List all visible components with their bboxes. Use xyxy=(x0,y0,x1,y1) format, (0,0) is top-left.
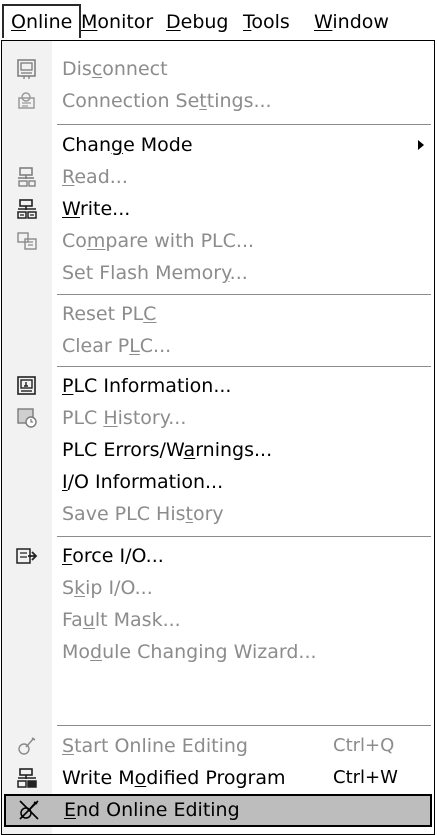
shortcut-label: Ctrl+W xyxy=(333,767,398,788)
menu-separator xyxy=(57,725,431,727)
menu-bar: Online Monitor Debug Tools Window xyxy=(0,0,437,40)
menu-item-plc-information[interactable]: PLC Information... xyxy=(2,370,434,402)
compare-icon xyxy=(17,232,37,250)
menu-item-compare-with-plc[interactable]: Compare with PLC... xyxy=(2,225,434,257)
write-to-plc-icon xyxy=(17,199,37,219)
menu-item-plc-history[interactable]: PLC History... xyxy=(2,402,434,434)
menu-item-change-mode[interactable]: Change Mode xyxy=(2,129,434,161)
menu-online[interactable]: Online xyxy=(2,4,82,38)
menu-item-read[interactable]: Read... xyxy=(2,161,434,193)
online-dropdown-menu: Disconnect Connection Settings... Change… xyxy=(1,40,435,835)
menu-item-end-online-editing[interactable]: End Online Editing xyxy=(4,794,432,827)
menu-item-write[interactable]: Write... xyxy=(2,193,434,225)
menu-window[interactable]: Window xyxy=(314,6,389,38)
menu-item-reset-plc[interactable]: Reset PLC xyxy=(2,298,434,330)
write-modified-program-icon xyxy=(17,768,37,788)
menu-separator xyxy=(57,124,431,126)
plc-information-icon xyxy=(17,376,36,395)
menu-separator xyxy=(57,294,431,296)
menu-tools[interactable]: Tools xyxy=(243,6,290,38)
menu-item-write-modified-program[interactable]: Write Modified Program Ctrl+W xyxy=(2,762,434,794)
menu-item-save-plc-history[interactable]: Save PLC History xyxy=(2,498,434,530)
shortcut-label: Ctrl+Q xyxy=(333,735,395,756)
menu-item-clear-plc[interactable]: Clear PLC... xyxy=(2,330,434,362)
menu-item-plc-errors-warnings[interactable]: PLC Errors/Warnings... xyxy=(2,434,434,466)
start-online-editing-icon xyxy=(18,737,36,755)
menu-item-disconnect[interactable]: Disconnect xyxy=(2,53,434,85)
plc-history-icon xyxy=(17,408,37,428)
menu-separator xyxy=(57,536,431,538)
read-from-plc-icon xyxy=(18,167,36,187)
end-online-editing-icon xyxy=(19,800,39,820)
menu-monitor[interactable]: Monitor xyxy=(81,6,153,38)
menu-separator xyxy=(57,366,431,368)
menu-item-module-changing-wizard[interactable]: Module Changing Wizard... xyxy=(2,636,434,668)
connection-settings-icon xyxy=(18,92,35,109)
menu-item-start-online-editing[interactable]: Start Online Editing Ctrl+Q xyxy=(2,730,434,762)
disconnect-icon xyxy=(17,59,36,79)
menu-debug[interactable]: Debug xyxy=(166,6,229,38)
menu-item-connection-settings[interactable]: Connection Settings... xyxy=(2,85,434,117)
menu-item-io-information[interactable]: I/O Information... xyxy=(2,466,434,498)
menu-item-fault-mask[interactable]: Fault Mask... xyxy=(2,604,434,636)
force-io-icon xyxy=(16,548,38,564)
submenu-arrow-icon xyxy=(418,140,424,150)
menu-item-set-flash-memory[interactable]: Set Flash Memory... xyxy=(2,257,434,289)
menu-item-skip-io[interactable]: Skip I/O... xyxy=(2,572,434,604)
menu-item-force-io[interactable]: Force I/O... xyxy=(2,540,434,572)
